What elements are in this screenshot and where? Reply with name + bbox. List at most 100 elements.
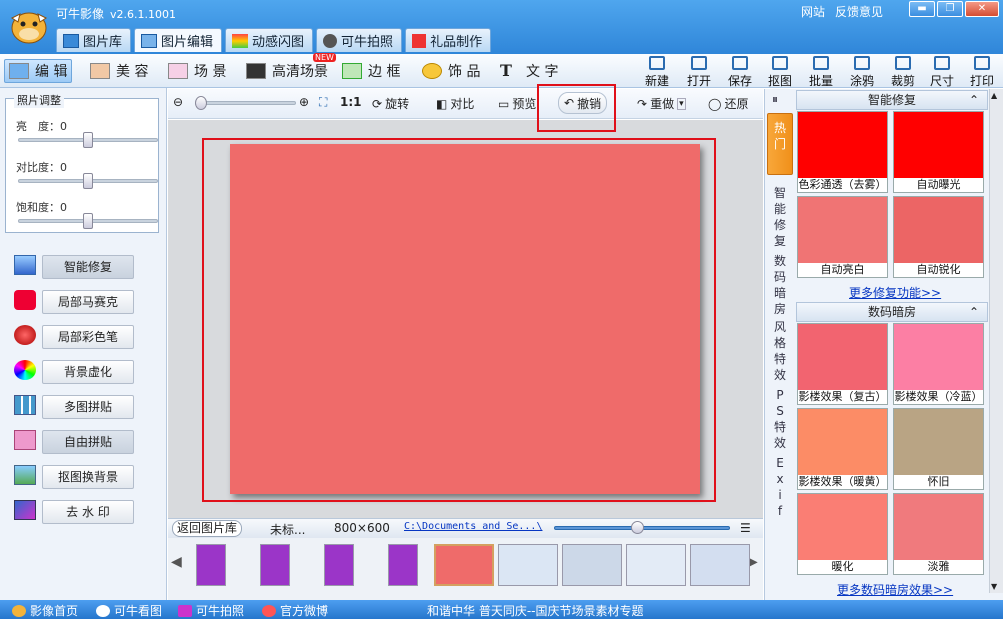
website-link[interactable]: 网站	[801, 3, 825, 20]
filmstrip-thumbnail[interactable]	[498, 544, 558, 586]
list-menu-icon[interactable]: ☰	[740, 521, 751, 535]
home-link[interactable]: 影像首页	[12, 602, 78, 619]
zoom-slider[interactable]	[195, 96, 296, 110]
viewer-link[interactable]: 可牛看图	[96, 602, 162, 619]
zoom-in-icon[interactable]: ⊕	[299, 95, 309, 109]
repair-effect-tile[interactable]: 色彩通透（去雾）	[797, 111, 888, 193]
mode-frame[interactable]: 边 框	[338, 59, 404, 83]
tab-photo-library[interactable]: 图片库	[56, 28, 132, 52]
close-button[interactable]: ✕	[965, 1, 999, 17]
section-smart-repair[interactable]: 智能修复 ⌃	[796, 90, 988, 110]
right-scrollbar[interactable]: ▲ ▼	[989, 89, 1003, 593]
slider-knob[interactable]	[631, 521, 644, 534]
more-repair-link[interactable]: 更多修复功能>>	[849, 284, 941, 301]
collapse-panel-icon[interactable]: ⏸	[772, 92, 778, 107]
mode-hd-scene[interactable]: 高清场景 NEW	[242, 53, 336, 83]
back-to-library-button[interactable]: 返回图片库	[172, 520, 243, 537]
batch-button[interactable]: 批量	[806, 56, 836, 88]
edit-icon	[141, 33, 158, 48]
remove-watermark-button[interactable]: 去 水 印	[42, 500, 134, 524]
scroll-up-icon[interactable]: ▲	[991, 91, 997, 100]
filmstrip-thumbnail[interactable]	[690, 544, 750, 586]
tab-flash[interactable]: 动感闪图	[225, 28, 314, 52]
effect-preview	[798, 324, 887, 390]
slider-knob[interactable]	[83, 132, 93, 148]
minimize-button[interactable]: ▬	[909, 1, 935, 17]
smart-repair-button[interactable]: 智能修复	[42, 255, 134, 279]
crop-button[interactable]: 裁剪	[888, 56, 918, 88]
redo-button[interactable]: ↷ 重做 ▾	[637, 95, 686, 112]
local-color-pen-button[interactable]: 局部彩色笔	[42, 325, 134, 349]
zoom-out-icon[interactable]: ⊖	[173, 95, 183, 109]
marquee-news[interactable]: 和谐中华 普天同庆--国庆节场景素材专题	[427, 602, 643, 619]
darkroom-effect-tile[interactable]: 影楼效果（冷蓝）	[893, 323, 984, 405]
background-blur-button[interactable]: 背景虚化	[42, 360, 134, 384]
cutout-background-button[interactable]: 抠图换背景	[42, 465, 134, 489]
vtab-style-effects[interactable]: 风 格 特 效	[767, 319, 793, 383]
slider-knob[interactable]	[83, 213, 93, 229]
darkroom-effect-tile[interactable]: 怀旧	[893, 408, 984, 490]
mode-beauty[interactable]: 美 容	[86, 59, 152, 83]
mode-scene[interactable]: 场 景	[164, 59, 230, 83]
feedback-link[interactable]: 反馈意见	[835, 3, 883, 20]
fit-window-icon[interactable]: ⛶	[319, 95, 327, 110]
vtab-exif[interactable]: E x i f	[767, 455, 793, 519]
filmstrip-thumbnail[interactable]	[196, 544, 226, 586]
file-path-link[interactable]: C:\Documents and Se...\	[404, 521, 542, 532]
open-button[interactable]: 打开	[684, 56, 714, 88]
darkroom-effect-tile[interactable]: 影楼效果（暖黄）	[797, 408, 888, 490]
tab-photo-edit[interactable]: 图片编辑	[134, 28, 223, 52]
vtab-hot[interactable]: 热 门	[767, 113, 793, 175]
mode-text[interactable]: T文 字	[496, 59, 562, 83]
more-darkroom-link[interactable]: 更多数码暗房效果>>	[837, 581, 953, 598]
filmstrip-thumbnail[interactable]	[324, 544, 354, 586]
camera-link[interactable]: 可牛拍照	[178, 602, 244, 619]
filmstrip-thumbnail[interactable]	[626, 544, 686, 586]
vtab-ps-effects[interactable]: P S 特 效	[767, 387, 793, 451]
repair-effect-tile[interactable]: 自动曝光	[893, 111, 984, 193]
filmstrip-thumbnail[interactable]	[434, 544, 494, 586]
darkroom-effect-tile[interactable]: 淡雅	[893, 493, 984, 575]
save-button[interactable]: 保存	[725, 56, 755, 88]
section-darkroom[interactable]: 数码暗房 ⌃	[796, 302, 988, 322]
mode-edit[interactable]: 编 辑	[4, 59, 73, 83]
slider-knob[interactable]	[195, 96, 207, 110]
brightness-slider[interactable]	[18, 132, 158, 148]
tab-gift[interactable]: 礼品制作	[405, 28, 492, 52]
saturation-slider[interactable]	[18, 213, 158, 229]
vtab-smart-repair[interactable]: 智 能 修 复	[767, 185, 793, 249]
collapse-icon[interactable]: ⌃	[969, 303, 979, 321]
rotate-button[interactable]: ⟳ 旋转	[372, 95, 409, 112]
filmstrip-thumbnail[interactable]	[260, 544, 290, 586]
repair-effect-tile[interactable]: 自动锐化	[893, 196, 984, 278]
compare-button[interactable]: ◧ 对比	[436, 95, 474, 112]
doodle-button[interactable]: 涂鸦	[847, 56, 877, 88]
scroll-down-icon[interactable]: ▼	[991, 582, 997, 591]
slider-knob[interactable]	[83, 173, 93, 189]
filmstrip-prev-icon[interactable]: ◀	[171, 554, 182, 570]
repair-effect-tile[interactable]: 自动亮白	[797, 196, 888, 278]
filmstrip-thumbnail[interactable]	[388, 544, 418, 586]
vtab-darkroom[interactable]: 数 码 暗 房	[767, 253, 793, 317]
thumb-size-slider[interactable]	[554, 521, 730, 534]
local-mosaic-button[interactable]: 局部马赛克	[42, 290, 134, 314]
print-button[interactable]: 打印	[967, 56, 997, 88]
darkroom-effect-tile[interactable]: 影楼效果（复古）	[797, 323, 888, 405]
contrast-slider[interactable]	[18, 173, 158, 189]
free-collage-button[interactable]: 自由拼贴	[42, 430, 134, 454]
tab-webcam[interactable]: 可牛拍照	[316, 28, 403, 52]
restore-button[interactable]: ◯ 还原	[708, 95, 748, 112]
collapse-icon[interactable]: ⌃	[969, 91, 979, 109]
new-button[interactable]: 新建	[642, 56, 672, 88]
filmstrip-thumbnail[interactable]	[562, 544, 622, 586]
multi-collage-button[interactable]: 多图拼贴	[42, 395, 134, 419]
cutout-button[interactable]: 抠图	[765, 56, 795, 88]
redo-dropdown-icon[interactable]: ▾	[677, 97, 686, 110]
darkroom-effect-tile[interactable]: 暖化	[797, 493, 888, 575]
actual-size-button[interactable]: 1:1	[340, 95, 362, 109]
size-button[interactable]: 尺寸	[927, 56, 957, 88]
mode-accessory[interactable]: 饰 品	[418, 59, 484, 83]
preview-button[interactable]: ▭ 预览	[498, 95, 536, 112]
maximize-button[interactable]: ❐	[937, 1, 963, 17]
weibo-link[interactable]: 官方微博	[262, 602, 328, 619]
